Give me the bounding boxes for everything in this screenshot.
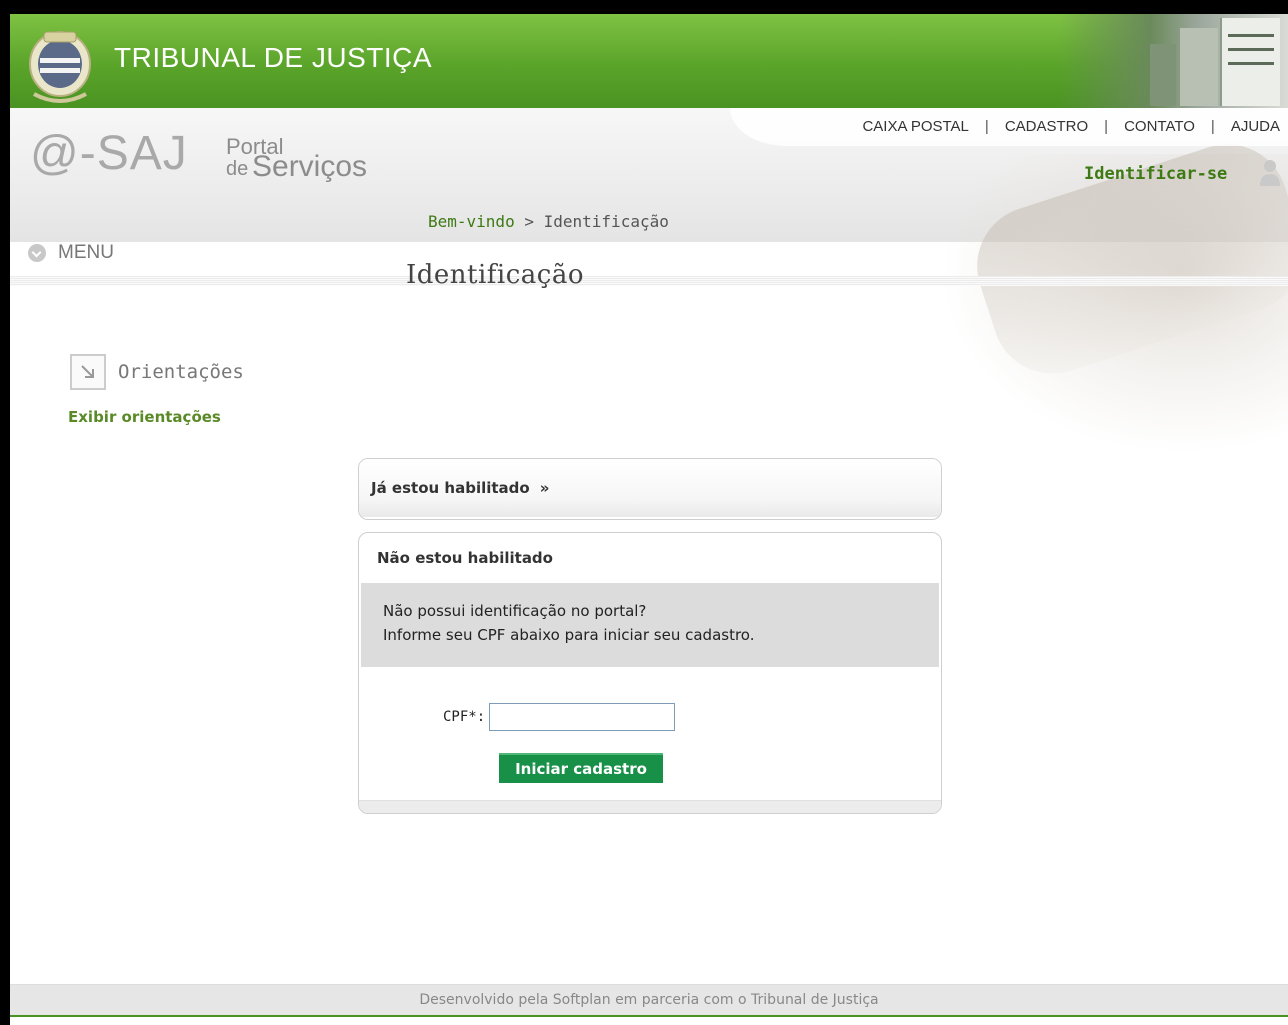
esaj-logo-main: @-SAJ: [30, 127, 188, 180]
court-title: TRIBUNAL DE JUSTIÇA: [114, 42, 433, 73]
top-nav: CAIXA POSTAL | CADASTRO | CONTATO | AJUD…: [862, 118, 1280, 135]
panel-habilitado[interactable]: Já estou habilitado »: [358, 458, 942, 520]
breadcrumb-current: Identificação: [543, 212, 669, 231]
info-line-1: Não possui identificação no portal?: [383, 602, 647, 620]
cpf-row: CPF*:: [443, 703, 676, 731]
double-chevron-right-icon: »: [539, 479, 550, 497]
court-seal-icon: [29, 31, 91, 103]
menu-label: MENU: [58, 242, 114, 263]
esaj-logo: @-SAJ Portal de Serviços: [30, 126, 367, 186]
menu-button[interactable]: MENU: [28, 242, 114, 264]
arrow-down-right-icon: [70, 354, 106, 390]
orientacoes-label: Orientações: [118, 361, 244, 383]
chevron-down-icon: [28, 244, 46, 262]
browser-frame: TRIBUNAL DE JUSTIÇA @-SAJ Portal de Serv…: [0, 0, 1288, 1025]
nav-separator: |: [984, 118, 989, 135]
breadcrumb-separator: >: [524, 212, 534, 231]
exibir-orientacoes-link[interactable]: Exibir orientações: [68, 408, 221, 426]
nav-ajuda[interactable]: AJUDA: [1231, 118, 1280, 135]
cpf-label: CPF*:: [443, 709, 486, 725]
info-box: Não possui identificação no portal? Info…: [361, 583, 939, 667]
menu-band: [10, 276, 1288, 286]
nav-caixa-postal[interactable]: CAIXA POSTAL: [862, 118, 968, 135]
esaj-logo-servicos: Serviços: [252, 150, 368, 183]
panel-footer: [359, 800, 941, 813]
cpf-input[interactable]: [489, 703, 676, 731]
panel-nao-habilitado: Não estou habilitado Não possui identifi…: [358, 532, 942, 814]
user-icon[interactable]: [1258, 158, 1282, 186]
nav-cadastro[interactable]: CADASTRO: [1005, 118, 1088, 135]
page-title: Identificação: [406, 260, 585, 290]
esaj-logo-de: de: [226, 158, 249, 180]
breadcrumb-link-bem-vindo[interactable]: Bem-vindo: [428, 212, 515, 231]
identify-link[interactable]: Identificar-se: [1084, 164, 1227, 184]
panel-habilitado-header[interactable]: Já estou habilitado »: [359, 459, 941, 517]
nav-separator: |: [1210, 118, 1215, 135]
gavel-background-image: [940, 128, 1288, 454]
info-line-2: Informe seu CPF abaixo para iniciar seu …: [383, 626, 755, 644]
orientacoes-header: Orientações: [70, 354, 244, 390]
nav-contato[interactable]: CONTATO: [1124, 118, 1195, 135]
panel-nao-habilitado-title: Não estou habilitado: [377, 549, 553, 567]
nav-separator: |: [1104, 118, 1109, 135]
iniciar-cadastro-button[interactable]: Iniciar cadastro: [499, 753, 663, 783]
panel-habilitado-title: Já estou habilitado: [371, 479, 530, 497]
page: TRIBUNAL DE JUSTIÇA @-SAJ Portal de Serv…: [10, 14, 1288, 1017]
page-footer: Desenvolvido pela Softplan em parceria c…: [10, 984, 1288, 1017]
breadcrumb: Bem-vindo > Identificação: [428, 212, 669, 231]
building-image: [1058, 14, 1288, 108]
top-banner: TRIBUNAL DE JUSTIÇA: [10, 14, 1288, 108]
